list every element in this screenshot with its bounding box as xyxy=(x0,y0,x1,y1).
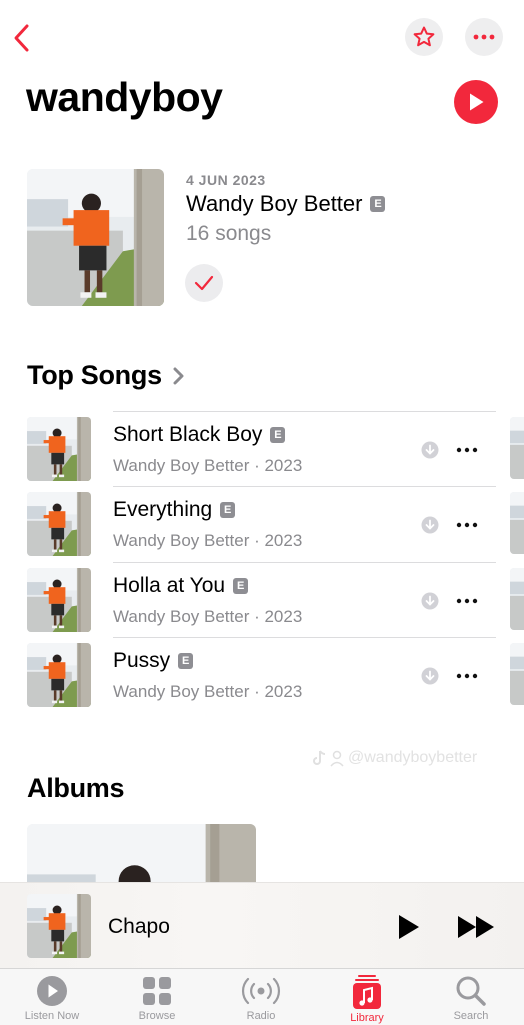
forward-icon[interactable] xyxy=(456,914,498,940)
tab-label: Browse xyxy=(138,1010,176,1022)
tab-label: Search xyxy=(453,1010,489,1022)
song-artwork xyxy=(27,492,91,556)
grid-icon xyxy=(143,977,171,1005)
next-column-artwork xyxy=(510,492,524,554)
radio-icon xyxy=(241,977,281,1005)
song-title: Everything E xyxy=(113,498,236,522)
explicit-badge: E xyxy=(270,427,286,443)
play-circle-icon xyxy=(37,976,67,1006)
tab-bar: Listen Now Browse Radio Library Search xyxy=(0,968,524,1025)
explicit-badge: E xyxy=(178,653,194,669)
song-subtitle: Wandy Boy Better · 2023 xyxy=(113,682,303,701)
next-column-artwork xyxy=(510,568,524,630)
latest-release-title-text: Wandy Boy Better xyxy=(186,191,363,216)
favorite-button[interactable] xyxy=(405,18,443,56)
song-more-icon[interactable] xyxy=(455,441,479,459)
play-icon[interactable] xyxy=(396,913,422,941)
song-subtitle: Wandy Boy Better · 2023 xyxy=(113,607,303,626)
divider xyxy=(113,486,496,487)
song-subtitle: Wandy Boy Better · 2023 xyxy=(113,456,303,475)
latest-release-cover[interactable] xyxy=(27,169,164,306)
tab-label: Radio xyxy=(246,1010,276,1022)
download-icon[interactable] xyxy=(421,592,439,610)
song-title: Pussy E xyxy=(113,649,194,673)
chevron-left-icon xyxy=(14,24,29,52)
explicit-badge: E xyxy=(233,578,249,594)
song-title-text: Short Black Boy xyxy=(113,423,263,446)
play-artist-button[interactable] xyxy=(454,80,498,124)
divider xyxy=(113,562,496,563)
download-icon[interactable] xyxy=(421,516,439,534)
song-title-text: Holla at You xyxy=(113,574,226,597)
divider xyxy=(113,637,496,638)
download-icon[interactable] xyxy=(421,667,439,685)
tab-search[interactable]: Search xyxy=(426,975,516,1022)
tiktok-watermark: @wandyboybetter xyxy=(312,749,477,767)
song-row[interactable]: Everything E Wandy Boy Better · 2023 xyxy=(0,486,524,561)
library-icon xyxy=(353,975,381,1009)
song-more-icon[interactable] xyxy=(455,516,479,534)
song-row[interactable]: Pussy E Wandy Boy Better · 2023 xyxy=(0,637,524,712)
song-title-text: Everything xyxy=(113,498,213,521)
song-artwork xyxy=(27,417,91,481)
artist-name: wandyboy xyxy=(26,74,223,120)
albums-heading[interactable]: Albums xyxy=(27,773,125,804)
song-count: 16 songs xyxy=(186,222,272,245)
divider xyxy=(113,411,496,412)
mini-player[interactable]: Chapo xyxy=(0,882,524,969)
next-column-artwork xyxy=(510,417,524,479)
play-icon xyxy=(470,93,484,111)
release-date: 4 JUN 2023 xyxy=(186,172,266,188)
song-more-icon[interactable] xyxy=(455,592,479,610)
song-artwork xyxy=(27,568,91,632)
star-icon xyxy=(413,26,435,47)
search-icon xyxy=(456,976,486,1006)
tab-browse[interactable]: Browse xyxy=(112,975,202,1022)
song-title: Holla at You E xyxy=(113,574,249,598)
tab-label: Library xyxy=(350,1012,384,1024)
song-title-text: Pussy xyxy=(113,649,171,672)
latest-release-title[interactable]: Wandy Boy Better E xyxy=(186,191,386,217)
more-options-button[interactable] xyxy=(465,18,503,56)
ellipsis-icon xyxy=(473,34,495,40)
next-column-artwork xyxy=(510,643,524,705)
song-subtitle: Wandy Boy Better · 2023 xyxy=(113,531,303,550)
explicit-badge: E xyxy=(220,502,236,518)
checkmark-icon xyxy=(194,275,214,291)
added-to-library-button[interactable] xyxy=(185,264,223,302)
watermark-handle: @wandyboybetter xyxy=(348,749,478,766)
tab-radio[interactable]: Radio xyxy=(216,975,306,1022)
now-playing-title: Chapo xyxy=(108,915,170,938)
song-more-icon[interactable] xyxy=(455,667,479,685)
download-icon[interactable] xyxy=(421,441,439,459)
song-artwork xyxy=(27,643,91,707)
chevron-right-icon xyxy=(173,367,184,384)
tab-label: Listen Now xyxy=(24,1010,80,1022)
explicit-badge: E xyxy=(370,196,386,212)
now-playing-artwork xyxy=(27,894,91,958)
song-title: Short Black Boy E xyxy=(113,423,286,447)
back-button[interactable] xyxy=(8,22,36,54)
song-row[interactable]: Short Black Boy E Wandy Boy Better · 2023 xyxy=(0,411,524,486)
tab-listen-now[interactable]: Listen Now xyxy=(7,975,97,1022)
tiktok-logo-icon xyxy=(313,750,344,767)
top-songs-heading-text: Top Songs xyxy=(27,360,162,390)
song-row[interactable]: Holla at You E Wandy Boy Better · 2023 xyxy=(0,562,524,637)
top-songs-heading[interactable]: Top Songs xyxy=(27,360,188,391)
tab-library[interactable]: Library xyxy=(322,975,412,1024)
